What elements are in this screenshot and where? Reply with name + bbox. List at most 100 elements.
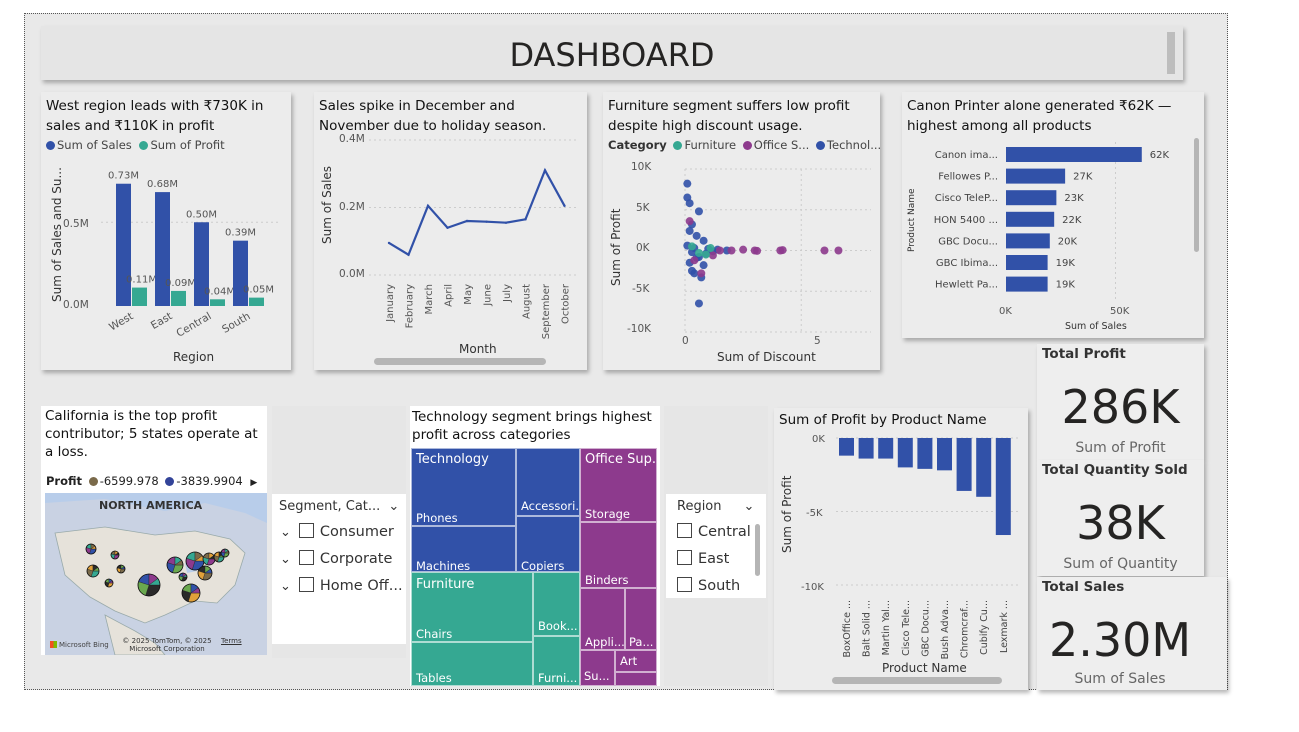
treemap-paper[interactable]: Pa... — [625, 588, 657, 650]
scatter-point — [778, 246, 787, 255]
y-tick-label: HON 5400 ... — [934, 215, 998, 226]
vertical-scrollbar[interactable] — [1194, 138, 1199, 252]
category-treemap[interactable]: Technology segment brings highest profit… — [410, 406, 660, 686]
region-slicer[interactable]: Region ⌄ Central East South — [666, 494, 766, 598]
treemap-label-bookcases: Book... — [538, 619, 578, 633]
slicer-item-consumer[interactable]: ⌄ Consumer — [280, 523, 394, 540]
region-bar-chart[interactable]: West region leads with ₹730K in sales an… — [41, 92, 291, 370]
scatter-svg — [683, 168, 871, 333]
checkbox[interactable] — [298, 550, 314, 565]
slicer-item-home-office[interactable]: ⌄ Home Off... — [280, 577, 403, 594]
loss-bar — [995, 438, 1011, 536]
chevron-down-icon[interactable]: ⌄ — [280, 552, 291, 567]
data-label: 23K — [1064, 193, 1084, 204]
treemap-misc[interactable] — [615, 672, 657, 686]
scatter-point — [739, 245, 748, 254]
product-bar — [1006, 190, 1057, 206]
chevron-down-icon[interactable]: ⌄ — [280, 579, 291, 594]
discount-scatter-chart[interactable]: Furniture segment suffers low profit des… — [603, 92, 881, 370]
line-point — [504, 221, 508, 224]
treemap-tables[interactable]: Tables — [411, 642, 533, 686]
horizontal-scrollbar[interactable] — [374, 358, 546, 365]
legend-next-arrow[interactable]: ▶ — [250, 478, 257, 488]
map-terms-link[interactable]: Terms — [221, 637, 242, 645]
scatter-point — [820, 246, 829, 255]
loss-bars-svg: BoxOffice ... Balt Solid ... Martin Yal...… — [836, 437, 1019, 659]
slicer-item-label: Central — [698, 524, 751, 540]
treemap-art[interactable]: Art — [615, 650, 657, 672]
state-profit-map[interactable]: California is the top profit contributor… — [41, 406, 267, 655]
slicer-header[interactable]: Segment, Cat... ⌄ — [279, 499, 399, 514]
segment-slicer[interactable]: Segment, Cat... ⌄ ⌄ Consumer ⌄ Corporate ⌄ H… — [272, 494, 406, 644]
treemap-phones[interactable]: Technology Phones — [411, 448, 516, 526]
map-area[interactable]: NORTH AMERICA Microsoft Bing © 2025 TomT… — [45, 493, 267, 655]
treemap-copiers[interactable]: Copiers — [516, 516, 580, 572]
treemap-label-furnishings: Furni... — [538, 671, 578, 685]
treemap-label-furniture: Furniture — [416, 577, 475, 592]
scatter-point — [687, 266, 696, 275]
month-line-chart[interactable]: Sales spike in December and November due… — [314, 92, 587, 370]
chart-title: California is the top profit contributor… — [45, 408, 258, 460]
legend-value: -6599.978 — [99, 474, 159, 488]
treemap-accessories[interactable]: Accessori... — [516, 448, 580, 516]
treemap-label-machines: Machines — [416, 559, 471, 572]
checkbox[interactable] — [677, 550, 692, 565]
treemap-machines[interactable]: Machines — [411, 526, 516, 572]
scatter-point — [685, 199, 694, 208]
checkbox[interactable] — [298, 523, 314, 538]
treemap-bookcases[interactable]: Book... — [533, 572, 580, 636]
scatter-point — [692, 231, 701, 240]
slicer-header-label: Segment, Cat... — [279, 499, 381, 514]
scatter-point — [699, 236, 708, 245]
windows-logo-icon — [50, 641, 57, 648]
y-tick-label: Cisco TeleP... — [935, 193, 998, 204]
sales-line — [388, 167, 566, 257]
treemap-binders[interactable]: Binders — [580, 522, 657, 588]
map-copyright: © 2025 TomTom, © 2025 Microsoft Corporat… — [122, 637, 212, 653]
slicer-item-label: Corporate — [319, 551, 393, 567]
line-point — [426, 204, 430, 208]
treemap-storage[interactable]: Office Sup... Storage — [580, 448, 657, 522]
top-products-chart[interactable]: Canon Printer alone generated ₹62K — hig… — [902, 92, 1204, 338]
header-scrollbar[interactable] — [1167, 32, 1175, 74]
loss-bar — [897, 438, 913, 468]
horizontal-scrollbar[interactable] — [832, 677, 1002, 684]
slicer-item-east[interactable]: East — [677, 550, 729, 567]
x-tick: 0 — [682, 335, 689, 347]
slicer-item-label: East — [698, 551, 730, 567]
treemap-furnishings[interactable]: Furni... — [533, 636, 580, 686]
checkbox[interactable] — [298, 577, 314, 592]
scatter-point — [694, 248, 703, 257]
bing-logo: Microsoft Bing — [50, 641, 109, 649]
scatter-point — [706, 244, 715, 253]
scatter-point — [715, 246, 724, 255]
vertical-scrollbar[interactable] — [755, 524, 760, 576]
bar-profit — [249, 297, 264, 306]
x-tick-label: Chromcraf... — [960, 600, 971, 658]
data-label: 22K — [1062, 215, 1082, 226]
x-axis-title: Month — [459, 342, 497, 356]
kpi-card-sales: Total Sales 2.30M Sum of Sales — [1037, 577, 1227, 690]
x-tick: 50K — [1110, 306, 1130, 317]
chevron-down-icon[interactable]: ⌄ — [388, 499, 399, 514]
slicer-header[interactable]: Region ⌄ — [677, 499, 754, 514]
y-tick-label: GBC Docu... — [938, 236, 998, 247]
slicer-item-central[interactable]: Central — [677, 523, 751, 540]
scatter-point — [753, 246, 762, 255]
data-label: 27K — [1073, 172, 1093, 183]
chevron-down-icon[interactable]: ⌄ — [280, 525, 291, 540]
slicer-item-south[interactable]: South — [677, 577, 740, 594]
x-tick: 0K — [999, 306, 1012, 317]
x-tick-label: May — [463, 284, 474, 305]
line-point — [407, 253, 410, 256]
profit-by-product-chart[interactable]: Sum of Profit by Product Name Sum of Pro… — [774, 408, 1028, 690]
treemap-supplies[interactable]: Su... — [580, 650, 615, 686]
treemap-chairs[interactable]: Furniture Chairs — [411, 572, 533, 642]
checkbox[interactable] — [677, 577, 692, 592]
slicer-item-corporate[interactable]: ⌄ Corporate — [280, 550, 392, 567]
checkbox[interactable] — [677, 523, 692, 538]
loss-bar — [937, 438, 952, 471]
chart-title: Technology segment brings highest profit… — [412, 409, 652, 443]
chevron-down-icon[interactable]: ⌄ — [744, 499, 755, 514]
treemap-appliances[interactable]: Appli... — [580, 588, 625, 650]
